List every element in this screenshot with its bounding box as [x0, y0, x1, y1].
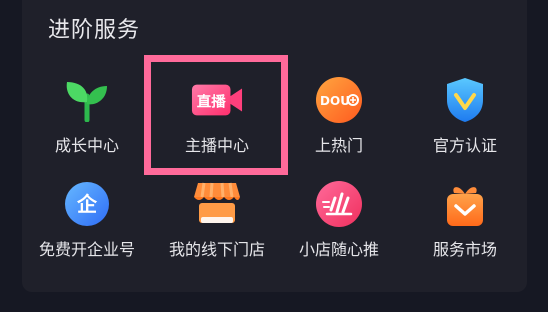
enterprise-icon-text: 企 — [76, 192, 98, 216]
service-free-enterprise-account[interactable]: 企 免费开企业号 — [22, 180, 152, 280]
service-label: 小店随心推 — [298, 240, 379, 259]
service-label: 我的线下门店 — [168, 240, 265, 259]
service-go-trending[interactable]: DOU 上热门 — [274, 76, 404, 176]
storefront-icon — [191, 180, 243, 228]
highlight-box — [144, 55, 288, 175]
dou-icon-text: DOU — [320, 94, 350, 108]
boost-icon — [313, 180, 365, 228]
service-service-market[interactable]: 服务市场 — [400, 180, 530, 280]
enterprise-icon: 企 — [61, 180, 113, 228]
service-label: 服务市场 — [432, 240, 497, 259]
service-label: 上热门 — [314, 136, 363, 155]
dou-plus-icon: DOU — [313, 76, 365, 124]
sprout-icon — [61, 76, 113, 124]
service-label: 成长中心 — [54, 136, 119, 155]
service-label: 官方认证 — [432, 136, 497, 155]
service-shop-boost[interactable]: 小店随心推 — [274, 180, 404, 280]
verified-shield-icon — [439, 76, 491, 124]
service-my-offline-store[interactable]: 我的线下门店 — [152, 180, 282, 280]
service-official-verification[interactable]: 官方认证 — [400, 76, 530, 176]
gift-bag-icon — [439, 180, 491, 228]
service-label: 免费开企业号 — [38, 240, 135, 259]
service-growth-center[interactable]: 成长中心 — [22, 76, 152, 176]
